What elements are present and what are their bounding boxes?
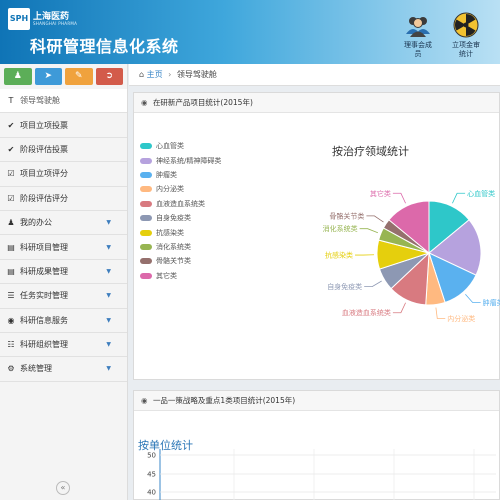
logo-english-name: SHANGHAI PHARMA — [33, 21, 78, 26]
sidebar-item-org-mgmt[interactable]: ☷ 科研组织管理 ▼ — [0, 333, 127, 358]
y-tick-label: 40 — [147, 489, 156, 497]
breadcrumb-current: 领导驾驶舱 — [176, 70, 217, 79]
slice-label-line — [452, 192, 466, 204]
chevron-down-icon: ▼ — [106, 316, 111, 324]
checkbox-icon: ☑ — [7, 169, 15, 179]
sidebar-item-info-service[interactable]: ◉ 科研信息服务 ▼ — [0, 309, 127, 333]
chevron-down-icon: ▼ — [106, 243, 111, 251]
new-product-stats-panel: ◉ 在研新产品项目统计(2015年) 心血管类 神经系统/精神障碍类 肿瘤类 内分泌类… — [133, 92, 500, 380]
chevron-down-icon: ▼ — [106, 267, 111, 275]
radiation-icon — [453, 12, 479, 38]
sidebar-item-results-mgmt[interactable]: ▤ 科研成果管理 ▼ — [0, 260, 127, 285]
double-chevron-left-icon: « — [60, 483, 66, 492]
sidebar-item-project-score[interactable]: ☑ 项目立项评分 — [0, 162, 127, 187]
slice-label-line — [435, 307, 446, 319]
sidebar-item-stage-vote[interactable]: ✔ 阶段评估投票 — [0, 138, 127, 163]
sidebar-item-my-office[interactable]: ♟ 我的办公 ▼ — [0, 211, 127, 236]
user-icon: ♟ — [7, 218, 15, 228]
profile-shortcut-button[interactable]: ♟ — [4, 68, 32, 85]
sidebar-item-stage-score[interactable]: ☑ 阶段评估评分 — [0, 187, 127, 211]
slice-label-line — [364, 280, 382, 287]
user-icon: ♟ — [13, 71, 22, 81]
slice-label-line — [465, 293, 481, 303]
project-funding-stats-button[interactable]: 立项金审 统计 — [444, 12, 488, 59]
slice-label: 骨骼关节类 — [329, 211, 364, 220]
users-icon — [406, 17, 430, 37]
folder-icon: ▤ — [7, 242, 15, 252]
app-header: SPH 上海医药 SHANGHAI PHARMA 科研管理信息化系统 理事会成 … — [0, 0, 500, 64]
chevron-down-icon: ▼ — [106, 341, 111, 349]
chevron-down-icon: ▼ — [106, 292, 111, 300]
sitemap-icon: ☷ — [7, 340, 15, 350]
logout-shortcut-button[interactable]: ➲ — [95, 68, 123, 85]
slice-label: 消化系统类 — [323, 224, 358, 233]
check-circle-icon: ✔ — [7, 120, 15, 130]
system-title: 科研管理信息化系统 — [30, 37, 179, 56]
sidebar-item-project-vote[interactable]: ✔ 项目立项投票 — [0, 113, 127, 138]
edit-icon: ✎ — [74, 71, 83, 81]
logout-icon: ➲ — [105, 71, 114, 81]
sidebar-item-task-mgmt[interactable]: ☰ 任务实时管理 ▼ — [0, 284, 127, 309]
check-circle-icon: ✔ — [7, 144, 15, 154]
company-logo: SPH — [8, 8, 30, 30]
sidebar-collapse-button[interactable]: « — [56, 481, 70, 495]
y-tick-label: 50 — [147, 452, 156, 460]
list-icon: ☰ — [7, 291, 15, 301]
y-tick-label: 45 — [147, 471, 156, 479]
send-shortcut-button[interactable]: ➤ — [34, 68, 62, 85]
bar-chart: 50 45 40 — [147, 449, 496, 500]
sidebar-item-project-mgmt[interactable]: ▤ 科研项目管理 ▼ — [0, 235, 127, 260]
slice-label: 血液造血系统类 — [342, 308, 391, 317]
breadcrumb-home-link[interactable]: 主页 — [147, 70, 163, 79]
board-members-button[interactable]: 理事会成 员 — [396, 12, 440, 59]
checkbox-icon: ☑ — [7, 193, 15, 203]
strategy-stats-panel: ◉ 一品一策战略及重点1类项目统计(2015年) 按单位统计 50 45 40 — [133, 390, 500, 500]
send-icon: ➤ — [44, 71, 53, 81]
chevron-down-icon: ▼ — [106, 219, 111, 227]
slice-label: 其它类 — [370, 189, 391, 198]
slice-label: 肿瘤类 — [483, 298, 500, 307]
slice-label: 心血管类 — [467, 189, 495, 198]
sidebar-item-system-mgmt[interactable]: ⚙ 系统管理 ▼ — [0, 357, 127, 382]
slice-label-line — [392, 302, 406, 314]
folder-icon: ▤ — [7, 266, 15, 276]
breadcrumb: ⌂ 主页 › 领导驾驶舱 — [129, 64, 500, 86]
cogs-icon: ⚙ — [7, 364, 15, 374]
slice-label: 内分泌类 — [447, 314, 475, 323]
globe-icon: ◉ — [7, 315, 15, 325]
home-icon: ⌂ — [139, 70, 145, 79]
pie-chart: 心血管类肿瘤类内分泌类 血液造血系统类 自身免疫类 抗感染类 消化系统类 骨骼关节类 其它类 — [323, 189, 500, 323]
sidebar-item-dashboard[interactable]: T 领导驾驶舱 — [0, 89, 127, 114]
slice-label: 自身免疫类 — [327, 282, 362, 291]
sidebar-shortcuts: ♟ ➤ ✎ ➲ — [0, 64, 127, 89]
text-icon: T — [8, 96, 14, 106]
breadcrumb-separator: › — [168, 70, 172, 79]
slice-label-line — [366, 215, 384, 223]
chevron-down-icon: ▼ — [106, 365, 111, 373]
slice-label-line — [392, 192, 406, 204]
slice-label: 抗感染类 — [325, 251, 353, 260]
edit-shortcut-button[interactable]: ✎ — [65, 68, 93, 85]
slice-label-line — [359, 228, 379, 234]
sidebar: ♟ ➤ ✎ ➲ T 领导驾驶舱 ✔ 项目立项投票 ✔ 阶段评估投票 ☑ 项目立项… — [0, 64, 128, 500]
